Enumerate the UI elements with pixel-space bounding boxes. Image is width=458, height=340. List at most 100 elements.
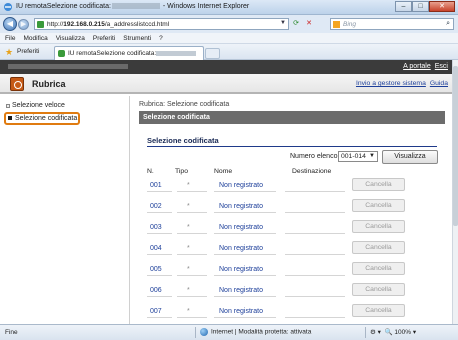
table-row: 005 * Non registrato Cancella xyxy=(147,262,437,280)
row-underline xyxy=(285,212,345,213)
row-underline xyxy=(177,212,207,213)
chevron-down-icon: ▼ xyxy=(369,153,375,159)
entry-name-link[interactable]: Non registrato xyxy=(219,308,263,315)
delete-button[interactable]: Cancella xyxy=(352,199,405,212)
url-text: http://192.168.0.215/a_addresslistccd.ht… xyxy=(47,21,169,28)
maximize-button[interactable]: □ xyxy=(412,1,429,12)
entry-number-link[interactable]: 001 xyxy=(150,182,162,189)
scrollbar-thumb[interactable] xyxy=(453,66,458,226)
security-zone[interactable]: Internet | Modalità protetta: attivata xyxy=(200,328,311,336)
number-select[interactable]: 001-014 ▼ xyxy=(338,151,378,162)
bullet-icon xyxy=(8,116,12,120)
row-underline xyxy=(177,254,207,255)
address-tools: ⟳ ✕ xyxy=(290,18,315,30)
header-links: Invio a gestore sistema Guida xyxy=(352,80,448,87)
table-row: 002 * Non registrato Cancella xyxy=(147,199,437,217)
main-content: Rubrica: Selezione codificata Selezione … xyxy=(132,96,452,324)
view-button[interactable]: Visualizza xyxy=(382,150,438,164)
search-input[interactable]: Bing ⌕ xyxy=(330,18,454,30)
entry-number-link[interactable]: 002 xyxy=(150,203,162,210)
delete-button[interactable]: Cancella xyxy=(352,283,405,296)
menu-visualizza[interactable]: Visualizza xyxy=(56,33,85,43)
entry-number-link[interactable]: 007 xyxy=(150,308,162,315)
row-underline xyxy=(214,233,276,234)
url-field[interactable]: http://192.168.0.215/a_addresslistccd.ht… xyxy=(34,18,289,30)
row-underline xyxy=(285,254,345,255)
window-title-suffix: - Windows Internet Explorer xyxy=(160,3,250,10)
ie-icon xyxy=(4,3,12,11)
top-links: A portale Esci xyxy=(399,63,448,70)
delete-button[interactable]: Cancella xyxy=(352,220,405,233)
favorites-button[interactable]: Preferiti xyxy=(17,48,39,55)
menu-strumenti[interactable]: Strumenti xyxy=(123,33,151,43)
row-underline xyxy=(147,254,172,255)
address-bar: ◀ ▶ http://192.168.0.215/a_addresslistcc… xyxy=(0,15,458,33)
bullet-icon xyxy=(6,104,10,108)
entry-number-link[interactable]: 004 xyxy=(150,245,162,252)
delete-button[interactable]: Cancella xyxy=(352,178,405,191)
minimize-button[interactable]: – xyxy=(395,1,412,12)
sidebar: Selezione veloce Selezione codificata xyxy=(0,96,130,324)
entry-name-link[interactable]: Non registrato xyxy=(219,245,263,252)
logout-link[interactable]: Esci xyxy=(435,63,448,70)
url-dropdown-icon[interactable]: ▼ xyxy=(280,20,286,26)
table-row: 006 * Non registrato Cancella xyxy=(147,283,437,301)
status-text: Fine xyxy=(5,329,18,336)
delete-button[interactable]: Cancella xyxy=(352,241,405,254)
close-button[interactable]: ✕ xyxy=(429,1,455,12)
page-content: A portale Esci Rubrica Invio a gestore si… xyxy=(0,60,452,324)
forward-button[interactable]: ▶ xyxy=(18,19,29,30)
menu-bar: File Modifica Visualizza Preferiti Strum… xyxy=(0,33,458,44)
delete-button[interactable]: Cancella xyxy=(352,304,405,317)
entry-name-link[interactable]: Non registrato xyxy=(219,266,263,273)
entry-type: * xyxy=(187,203,190,210)
help-link[interactable]: Guida xyxy=(430,80,448,87)
entry-name-link[interactable]: Non registrato xyxy=(219,182,263,189)
stop-icon[interactable]: ✕ xyxy=(303,18,315,30)
menu-help[interactable]: ? xyxy=(159,33,163,43)
entry-name-link[interactable]: Non registrato xyxy=(219,224,263,231)
status-divider xyxy=(365,327,366,338)
sidebar-item-quick-select[interactable]: Selezione veloce xyxy=(4,100,65,112)
menu-preferiti[interactable]: Preferiti xyxy=(93,33,115,43)
entry-name-link[interactable]: Non registrato xyxy=(219,203,263,210)
browser-tab[interactable]: IU remotaSelezione codificata: xyxy=(54,46,204,60)
send-to-admin-link[interactable]: Invio a gestore sistema xyxy=(356,80,426,87)
portal-link[interactable]: A portale xyxy=(403,63,431,70)
row-underline xyxy=(285,275,345,276)
zone-text: Internet | Modalità protetta: attivata xyxy=(211,328,312,336)
row-underline xyxy=(177,233,207,234)
address-book-icon xyxy=(10,77,24,91)
favorites-bar: ★ Preferiti IU remotaSelezione codificat… xyxy=(0,44,458,60)
table-row: 007 * Non registrato Cancella xyxy=(147,304,437,322)
page-scrollbar[interactable] xyxy=(452,60,458,324)
entry-number-link[interactable]: 003 xyxy=(150,224,162,231)
entry-number-link[interactable]: 006 xyxy=(150,287,162,294)
entry-name-link[interactable]: Non registrato xyxy=(219,287,263,294)
back-button[interactable]: ◀ xyxy=(3,17,17,31)
breadcrumb: Rubrica: Selezione codificata xyxy=(139,101,230,108)
tab-label-text: IU remotaSelezione codificata: xyxy=(68,50,157,57)
search-icon[interactable]: ⌕ xyxy=(446,20,450,28)
sidebar-item-coded-select[interactable]: Selezione codificata xyxy=(4,112,80,125)
zoom-control[interactable]: ⚙ ▾ 🔍 100% ▾ xyxy=(370,328,416,336)
new-tab-button[interactable] xyxy=(205,48,220,59)
bing-icon xyxy=(333,21,340,28)
search-placeholder: Bing xyxy=(343,21,357,28)
row-underline xyxy=(177,275,207,276)
zoom-level: 100% xyxy=(394,329,412,336)
menu-modifica[interactable]: Modifica xyxy=(23,33,47,43)
delete-button[interactable]: Cancella xyxy=(352,262,405,275)
panel-title: Selezione codificata xyxy=(147,136,219,145)
number-label: Numero elenco: xyxy=(290,153,340,160)
star-icon[interactable]: ★ xyxy=(5,47,13,58)
entry-type: * xyxy=(187,245,190,252)
status-divider xyxy=(195,327,196,338)
section-header: Selezione codificata xyxy=(139,111,445,124)
window-titlebar: IU remotaSelezione codificata: - Windows… xyxy=(0,0,458,15)
row-underline xyxy=(147,275,172,276)
refresh-icon[interactable]: ⟳ xyxy=(290,18,302,30)
row-underline xyxy=(214,275,276,276)
menu-file[interactable]: File xyxy=(5,33,15,43)
entry-number-link[interactable]: 005 xyxy=(150,266,162,273)
